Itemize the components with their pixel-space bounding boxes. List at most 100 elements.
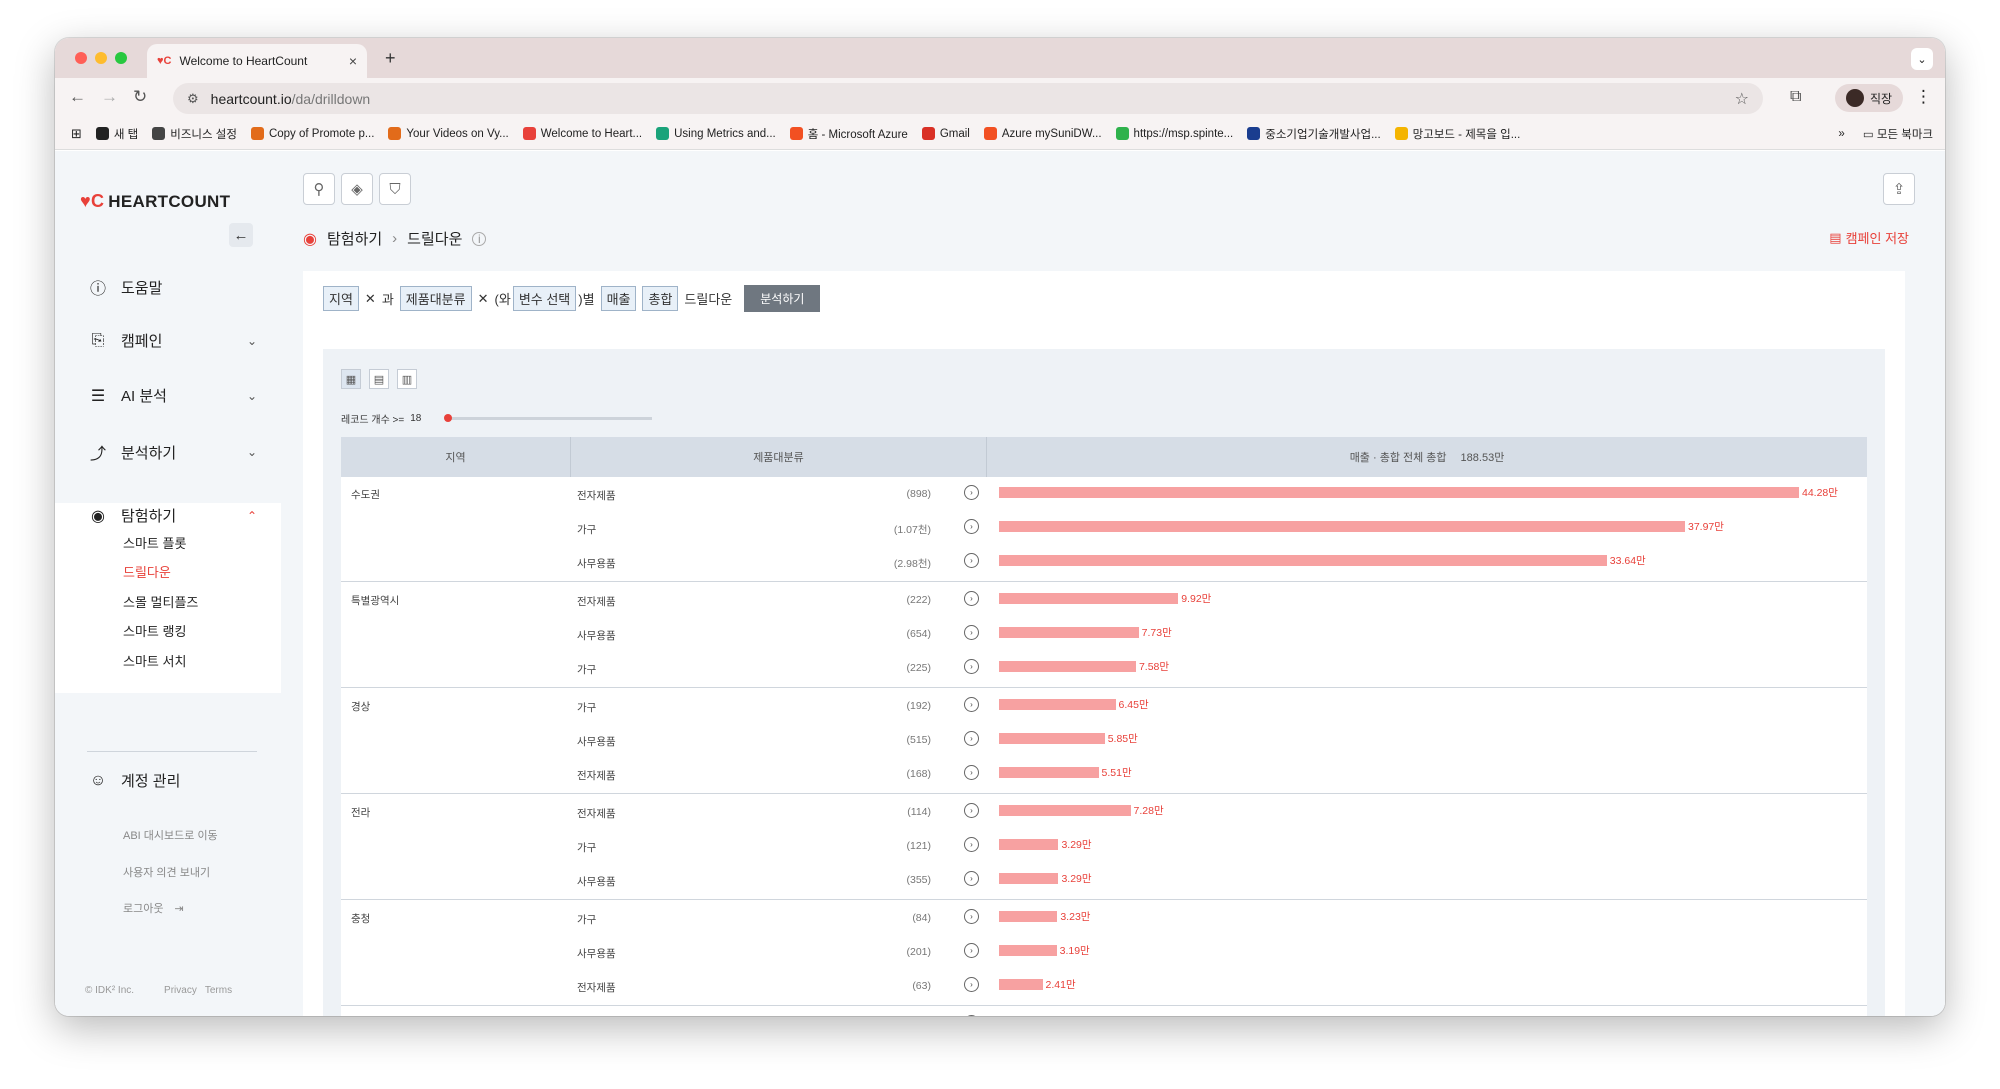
bookmark-item[interactable]: 홈 - Microsoft Azure [789, 126, 908, 142]
tab-search-chevron-icon[interactable]: ⌄ [1911, 48, 1933, 70]
minimize-window-button[interactable] [95, 52, 107, 64]
feedback-link[interactable]: 사용자 의견 보내기 [123, 864, 210, 880]
drill-arrow-icon[interactable]: › [964, 553, 979, 568]
bookmark-item[interactable]: 비즈니스 설정 [152, 126, 237, 142]
browser-menu-icon[interactable]: ⋮ [1915, 87, 1932, 107]
drill-arrow-icon[interactable]: › [964, 943, 979, 958]
drill-arrow-icon[interactable]: › [964, 659, 979, 674]
close-window-button[interactable] [75, 52, 87, 64]
collapse-sidebar-button[interactable]: ← [229, 223, 253, 247]
new-tab-button[interactable]: + [385, 48, 396, 69]
variable-select-chip[interactable]: 변수 선택 [512, 286, 577, 311]
value-bar[interactable] [999, 555, 1607, 566]
value-bar[interactable] [999, 733, 1105, 744]
value-bar[interactable] [999, 839, 1059, 850]
value-bar[interactable] [999, 699, 1116, 710]
drill-arrow-icon[interactable]: › [964, 485, 979, 500]
drill-arrow-icon[interactable]: › [964, 731, 979, 746]
save-campaign-button[interactable]: ▤ 캠페인 저장 [1829, 228, 1909, 247]
submenu-small-multiples[interactable]: 스몰 멀티플즈 [123, 592, 198, 611]
browser-tab[interactable]: ♥C Welcome to HeartCount × [147, 44, 367, 78]
drill-arrow-icon[interactable]: › [964, 837, 979, 852]
address-bar[interactable]: ⚙ heartcount.io/da/drilldown ☆ [173, 83, 1763, 114]
apps-grid-icon[interactable]: ⊞ [71, 126, 82, 142]
value-bar[interactable] [999, 627, 1139, 638]
filter-tool-button[interactable]: ⛉ [379, 173, 411, 205]
all-bookmarks-button[interactable]: ▭ 모든 북마크 [1863, 126, 1933, 142]
bookmark-item[interactable]: 망고보드 - 제목을 입... [1394, 126, 1520, 142]
drill-arrow-icon[interactable]: › [964, 909, 979, 924]
bookmark-item[interactable]: https://msp.spinte... [1115, 127, 1233, 140]
remove-dimension-2-icon[interactable]: ✕ [478, 291, 489, 307]
drill-arrow-icon[interactable]: › [964, 765, 979, 780]
drill-arrow-icon[interactable]: › [964, 871, 979, 886]
value-bar[interactable] [999, 805, 1131, 816]
remove-dimension-1-icon[interactable]: ✕ [365, 291, 376, 307]
extensions-icon[interactable]: ⧉ [1790, 88, 1801, 106]
breadcrumb-root[interactable]: 탐험하기 [327, 228, 382, 249]
value-bar[interactable] [999, 487, 1799, 498]
terms-link[interactable]: Terms [205, 985, 232, 996]
bookmark-star-icon[interactable]: ☆ [1735, 89, 1749, 109]
drill-arrow-icon[interactable]: › [964, 519, 979, 534]
bookmark-item[interactable]: Gmail [921, 127, 970, 140]
menu-ai-analysis[interactable]: ☰ AI 분석 ⌄ [87, 385, 257, 406]
value-bar[interactable] [999, 911, 1058, 922]
submenu-smart-ranking[interactable]: 스마트 랭킹 [123, 621, 186, 640]
logout-link[interactable]: 로그아웃 ⇥ [123, 900, 184, 916]
menu-account[interactable]: ☺ 계정 관리 [87, 770, 257, 791]
info-icon[interactable]: i [472, 231, 487, 246]
bookmark-item[interactable]: Using Metrics and... [656, 127, 776, 140]
measure-chip[interactable]: 매출 [600, 286, 637, 311]
reload-icon[interactable]: ↻ [133, 87, 147, 107]
site-settings-icon[interactable]: ⚙ [187, 91, 199, 107]
drill-arrow-icon[interactable]: › [964, 625, 979, 640]
drill-arrow-icon[interactable]: › [964, 697, 979, 712]
submenu-drilldown[interactable]: 드릴다운 [123, 562, 171, 581]
menu-explore[interactable]: ◉ 탐험하기 ⌃ [87, 505, 257, 526]
value-bar[interactable] [999, 767, 1099, 778]
value-bar[interactable] [999, 979, 1043, 990]
bookmark-item[interactable]: 중소기업기술개발사업... [1247, 126, 1381, 142]
pivot-view-button[interactable]: ▥ [397, 369, 417, 389]
dimension-chip-1[interactable]: 지역 [323, 286, 359, 311]
profile-button[interactable]: 직장 [1835, 84, 1903, 112]
zoom-window-button[interactable] [115, 52, 127, 64]
menu-analyze[interactable]: ⤴ 분석하기 ⌄ [87, 440, 257, 464]
menu-campaign[interactable]: ⎘ 캠페인 ⌄ [87, 330, 257, 351]
paint-tool-button[interactable]: ◈ [341, 173, 373, 205]
drill-arrow-icon[interactable]: › [964, 803, 979, 818]
value-bar[interactable] [999, 661, 1136, 672]
dimension-chip-2[interactable]: 제품대분류 [399, 286, 472, 311]
bookmark-item[interactable]: Your Videos on Vy... [388, 127, 509, 140]
more-bookmarks-icon[interactable]: » [1838, 128, 1844, 140]
value-bar[interactable] [999, 945, 1057, 956]
bookmark-item[interactable]: Copy of Promote p... [250, 127, 374, 140]
submenu-smart-plot[interactable]: 스마트 플롯 [123, 533, 186, 552]
value-bar[interactable] [999, 521, 1685, 532]
share-button[interactable]: ⇪ [1883, 173, 1915, 205]
bookmark-item[interactable]: Azure mySuniDW... [983, 127, 1102, 140]
forward-arrow-icon[interactable]: → [101, 87, 118, 107]
submenu-smart-search[interactable]: 스마트 서치 [123, 651, 186, 670]
slider-handle[interactable] [444, 414, 453, 422]
search-tool-button[interactable]: ⚲ [303, 173, 335, 205]
tab-close-icon[interactable]: × [349, 53, 357, 69]
aggregation-chip[interactable]: 총합 [642, 286, 679, 311]
value-bar[interactable] [999, 873, 1059, 884]
analyze-button[interactable]: 분석하기 [744, 285, 821, 312]
value-bar[interactable] [999, 593, 1179, 604]
back-arrow-icon[interactable]: ← [69, 87, 86, 107]
menu-help[interactable]: ⓘ 도움말 [87, 275, 257, 299]
drill-arrow-icon[interactable]: › [964, 1015, 979, 1016]
abi-dashboard-link[interactable]: ABI 대시보드로 이동 [123, 827, 218, 843]
privacy-link[interactable]: Privacy [164, 985, 197, 996]
table-view-button[interactable]: ▦ [341, 369, 361, 389]
record-count-slider[interactable] [444, 414, 653, 422]
brand-logo[interactable]: ♥C HEARTCOUNT [80, 191, 230, 212]
bookmark-item[interactable]: Welcome to Heart... [522, 127, 642, 140]
split-view-button[interactable]: ▤ [369, 369, 389, 389]
drill-arrow-icon[interactable]: › [964, 591, 979, 606]
bookmark-item[interactable]: 새 탭 [95, 126, 138, 142]
drill-arrow-icon[interactable]: › [964, 977, 979, 992]
